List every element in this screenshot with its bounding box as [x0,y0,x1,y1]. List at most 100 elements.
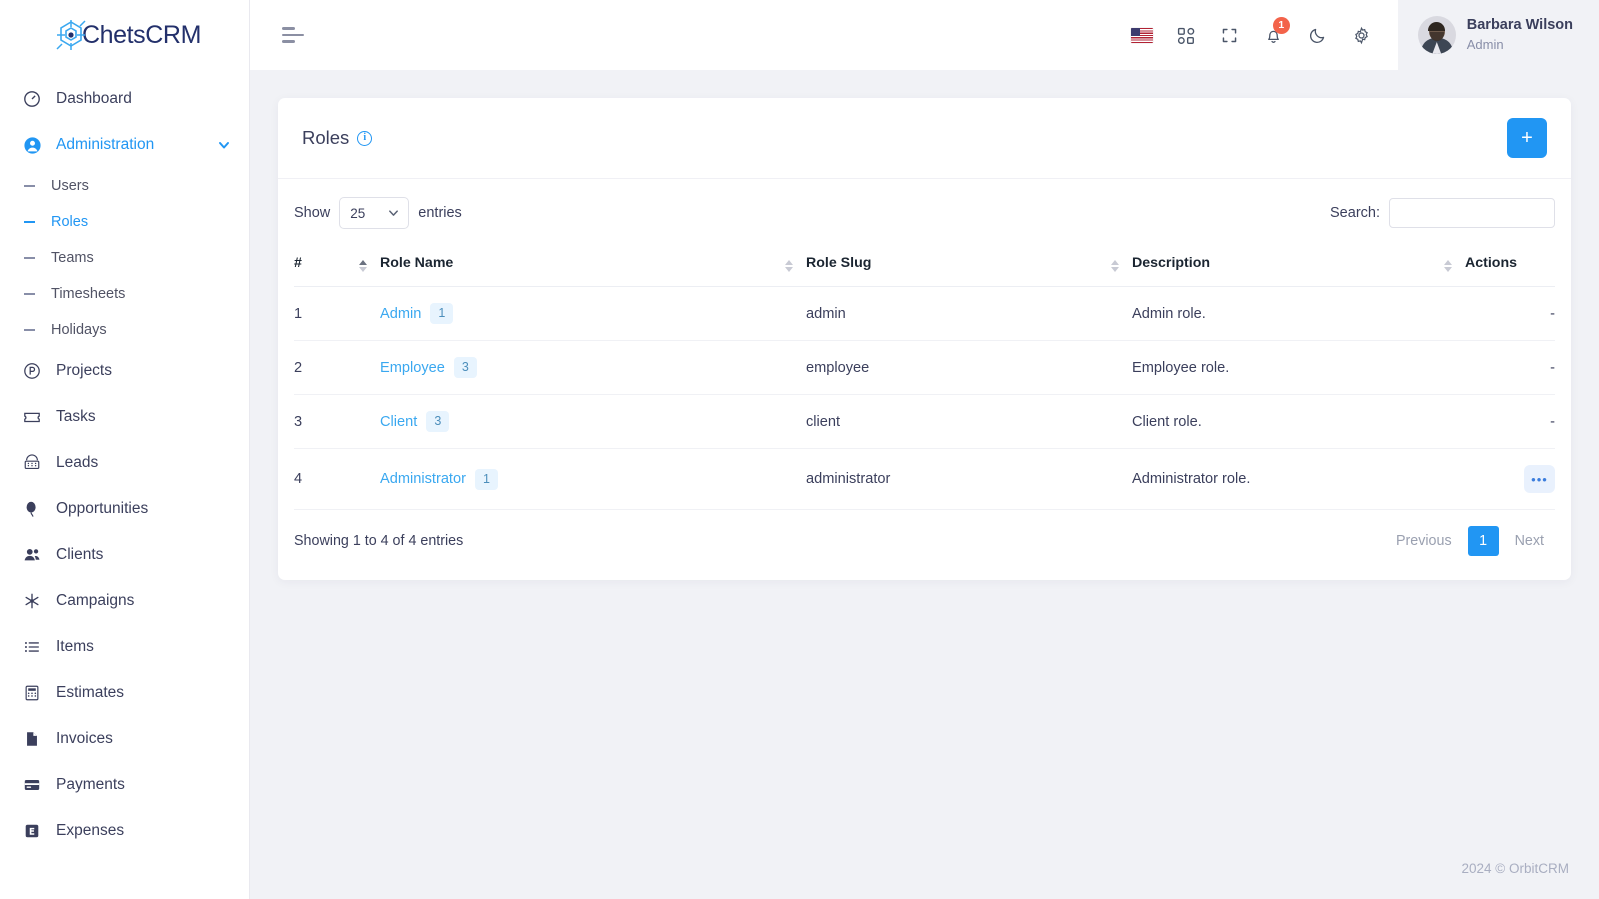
fullscreen-icon[interactable] [1208,13,1252,57]
sidebar-item-items[interactable]: Items [0,624,249,670]
search-input[interactable] [1389,198,1555,228]
cell-role-slug: admin [806,286,1106,341]
sort-arrows-icon [780,260,798,272]
notification-badge: 1 [1272,17,1290,34]
column-label: Actions [1465,254,1518,271]
pagination-next[interactable]: Next [1504,526,1555,556]
asterisk-icon [22,591,42,611]
sorter-role-name[interactable] [780,243,806,287]
role-count-badge: 1 [430,303,454,324]
sorter-description[interactable] [1439,243,1465,287]
role-count-badge: 1 [474,468,498,490]
dash-icon [24,185,35,187]
sidebar-item-payments[interactable]: Payments [0,762,249,808]
sidebar-subitem-label: Users [51,178,89,194]
main-area: 1 Barbara Wilson Admin Roles i + Show 25… [250,0,1599,899]
role-link[interactable]: Employee [380,360,445,376]
page-title-wrap: Roles i [302,127,373,149]
topbar-actions: 1 Barbara Wilson Admin [1120,0,1599,70]
sidebar-item-label: Opportunities [56,500,149,517]
sorter-role-slug[interactable] [1106,243,1132,287]
file-icon [22,729,42,749]
brand-name: ChetsCRM [81,20,202,49]
sidebar-item-users[interactable]: Users [0,168,249,204]
projects-circle-p-icon [22,361,42,381]
datatable-controls: Show 251050100 entries [294,197,1555,243]
user-role: Admin [1466,37,1504,52]
hamburger-icon[interactable] [282,27,304,43]
sidebar-item-label: Expenses [56,822,125,839]
moon-icon[interactable] [1296,13,1340,57]
us-flag-icon[interactable] [1120,13,1164,57]
column-header-role-name[interactable]: Role Name [380,243,780,287]
page-length-select[interactable]: 251050100 [339,197,410,229]
sidebar-item-leads[interactable]: Leads [0,440,249,486]
sidebar-item-invoices[interactable]: Invoices [0,716,249,762]
dash-icon [24,221,35,223]
sidebar-item-projects[interactable]: Projects [0,348,249,394]
brand-logo[interactable]: ChetsCRM [0,0,249,70]
cell-role-slug: employee [806,340,1106,395]
column-header-description[interactable]: Description [1132,243,1439,287]
app-root: ChetsCRM Dashboard Administration Users … [0,0,1599,899]
role-link[interactable]: Admin [380,306,421,322]
cell-actions: - [1465,286,1555,341]
pagination-page-1[interactable]: 1 [1467,526,1499,556]
cell-role-name: Employee 3 [380,340,780,395]
sidebar-item-timesheets[interactable]: Timesheets [0,276,249,312]
sidebar-item-roles[interactable]: Roles [0,204,249,240]
add-role-button[interactable]: + [1507,118,1547,158]
user-circle-icon [22,135,42,155]
sidebar-item-estimates[interactable]: Estimates [0,670,249,716]
sidebar-item-opportunities[interactable]: Opportunities [0,486,249,532]
column-header-num[interactable]: # [294,243,354,287]
sidebar-item-campaigns[interactable]: Campaigns [0,578,249,624]
card-header: Roles i + [278,98,1571,179]
gear-icon[interactable] [1340,13,1384,57]
cell-num: 1 [294,286,354,341]
pagination-previous[interactable]: Previous [1385,526,1463,556]
sidebar-item-administration[interactable]: Administration [0,122,249,168]
sidebar-item-holidays[interactable]: Holidays [0,312,249,348]
sidebar-item-label: Payments [56,776,125,793]
chevron-down-icon[interactable] [217,138,231,152]
table-row: 3 Client 3 client Client role. - [294,394,1555,449]
cell-description: Administrator role. [1132,448,1439,510]
calculator-icon [22,683,42,703]
user-menu[interactable]: Barbara Wilson Admin [1397,0,1599,70]
bell-icon[interactable]: 1 [1252,13,1296,57]
table-body: 1 Admin 1 admin Admin role. - 2 Employee… [294,286,1555,510]
sidebar-subitem-label: Teams [51,250,94,266]
page-title: Roles [302,127,350,148]
column-label: Role Slug [806,254,872,271]
sidebar-item-label: Items [56,638,94,655]
grid-apps-icon[interactable] [1164,13,1208,57]
balloon-icon [22,499,42,519]
sidebar-subitem-label: Roles [51,214,89,230]
info-circle-icon[interactable]: i [357,130,373,146]
sidebar-item-clients[interactable]: Clients [0,532,249,578]
sidebar-item-tasks[interactable]: Tasks [0,394,249,440]
sidebar-item-expenses[interactable]: Expenses [0,808,249,854]
cell-description: Client role. [1132,394,1439,449]
role-count-badge: 3 [453,357,477,378]
column-header-role-slug[interactable]: Role Slug [806,243,1106,287]
actions-placeholder: - [1550,413,1555,430]
row-actions-menu-button[interactable]: ••• [1524,465,1555,493]
dash-icon [24,293,35,295]
dash-icon [24,329,35,331]
role-link[interactable]: Client [380,414,417,430]
table-info: Showing 1 to 4 of 4 entries [294,533,464,549]
sidebar-item-label: Campaigns [56,592,135,609]
sidebar-submenu-administration: Users Roles Teams Timesheets Holidays [0,168,249,348]
sidebar-item-dashboard[interactable]: Dashboard [0,76,249,122]
sort-arrows-icon [354,260,372,272]
sidebar-item-teams[interactable]: Teams [0,240,249,276]
sidebar-item-label: Tasks [56,408,96,425]
role-link[interactable]: Administrator [380,471,466,487]
sorter-num[interactable] [354,243,380,287]
sort-arrows-icon [1106,260,1124,272]
cell-actions: ••• [1465,448,1555,510]
cell-role-slug: administrator [806,448,1106,510]
speedometer-icon [22,89,42,109]
